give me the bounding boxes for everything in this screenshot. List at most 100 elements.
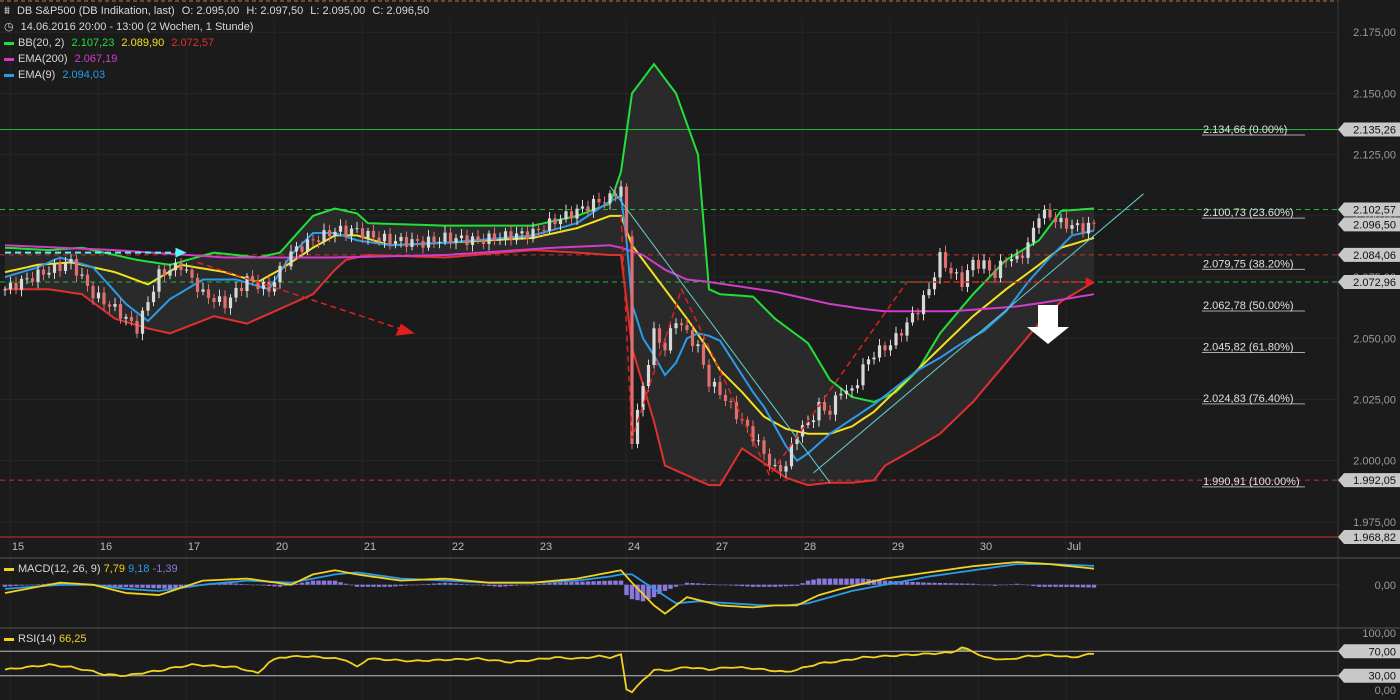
macd-histogram-bar [321,580,327,585]
macd-histogram-bar [1069,584,1075,588]
macd-histogram-bar [13,584,19,586]
candle-body [63,263,68,272]
macd-histogram-bar [1075,584,1080,588]
ema200-label: EMA(200) [18,53,68,65]
macd-histogram-bar [998,584,1003,586]
candle-body [558,219,563,225]
candle-body [1009,259,1014,262]
macd-histogram-bar [739,584,745,587]
rsi-value: 66,25 [58,633,87,645]
macd-histogram-bar [519,584,525,586]
macd-histogram-bar [1014,583,1020,585]
macd-histogram-bar [800,583,805,585]
macd-histogram-bar [728,584,734,586]
macd-histogram-bar [129,584,134,588]
fib-label: 2.045,82 (61.80%) [1203,341,1294,353]
macd-histogram-bar [1042,584,1047,587]
macd-histogram-bar [1020,584,1025,585]
candle-body [916,313,920,315]
macd-value: 7,79 [103,563,126,575]
candle-body [569,211,574,219]
legend-bb: BB(20, 2) 2.107,23 2.089,90 2.072,57 [4,36,218,51]
ema9-label: EMA(9) [18,69,56,81]
x-tick-label: 30 [980,541,992,553]
candle-body [415,239,420,241]
open-value: O: 2.095,00 [181,5,240,17]
macd-histogram-bar [503,584,508,587]
ema200-swatch [4,57,14,61]
macd-histogram-bar [442,582,448,585]
x-tick-label: 23 [540,541,552,553]
ema9-swatch [4,73,14,77]
candle-body [580,206,585,209]
legend-ema200: EMA(200) 2.067,19 [4,52,121,67]
macd-histogram-bar [272,584,277,587]
macd-histogram-bar [794,584,800,586]
candle-body [828,410,832,415]
macd-histogram-bar [530,584,536,585]
macd-histogram-bar [662,584,668,591]
macd-histogram-bar [673,584,679,587]
macd-histogram-bar [541,583,547,585]
macd-histogram-bar [932,582,937,585]
candle-body [437,241,442,243]
candle-body [267,281,271,292]
macd-histogram-bar [459,583,464,585]
candle-body [316,240,321,242]
candle-body [118,304,123,319]
symbol-line: ⩩ DB S&P500 (DB Indikation, last) O: 2.0… [4,4,433,19]
x-tick-label: 15 [12,541,24,553]
macd-histogram-bar [310,580,316,585]
candle-body [932,277,937,290]
candle-body [536,228,541,231]
candle-body [355,228,359,230]
bb-mid-value: 2.089,90 [121,37,165,49]
candle-body [839,393,843,396]
candle-body [432,236,436,243]
macd-histogram-bar [453,583,459,585]
candle-body [382,233,387,242]
candle-body [542,230,546,232]
candle-body [679,323,684,326]
candle-body [283,265,288,267]
candle-body [140,310,145,334]
candle-body [657,328,662,343]
candle-body [201,289,205,292]
macd-histogram-bar [338,582,343,585]
chart-type-icon: ⩩ [4,5,10,17]
candle-body [404,236,409,247]
candle-body [8,282,13,290]
macd-histogram-bar [723,584,728,586]
macd-histogram-bar [706,584,712,585]
candle-body [564,211,568,220]
macd-histogram-bar [118,584,123,588]
candle-body [976,259,981,269]
candle-body [399,236,403,242]
macd-histogram-bar [470,584,475,586]
candle-body [531,228,535,239]
macd-histogram-bar [250,584,255,586]
macd-histogram-bar [156,584,162,589]
macd-histogram-bar [838,578,844,585]
macd-histogram-bar [514,584,519,586]
candle-body [239,287,244,292]
macd-histogram-bar [585,581,591,585]
bb-lower-value: 2.072,57 [171,37,215,49]
candle-body [1092,222,1096,224]
macd-histogram-bar [833,578,838,585]
candle-body [883,345,887,351]
macd-histogram-bar [679,584,684,586]
macd-title: MACD(12, 26, 9) [18,563,101,575]
candle-body [151,291,156,303]
macd-histogram-bar [1058,584,1064,587]
price-badge-label: 2.102,57 [1353,205,1396,217]
candle-body [910,313,915,323]
bb-upper-value: 2.107,23 [71,37,115,49]
macd-histogram-bar [1009,584,1014,585]
candle-body [525,231,530,239]
macd-histogram-bar [233,583,239,585]
candle-body [1075,223,1080,226]
candle-body [426,236,431,248]
candle-body [168,270,172,276]
macd-histogram-bar [30,584,35,586]
